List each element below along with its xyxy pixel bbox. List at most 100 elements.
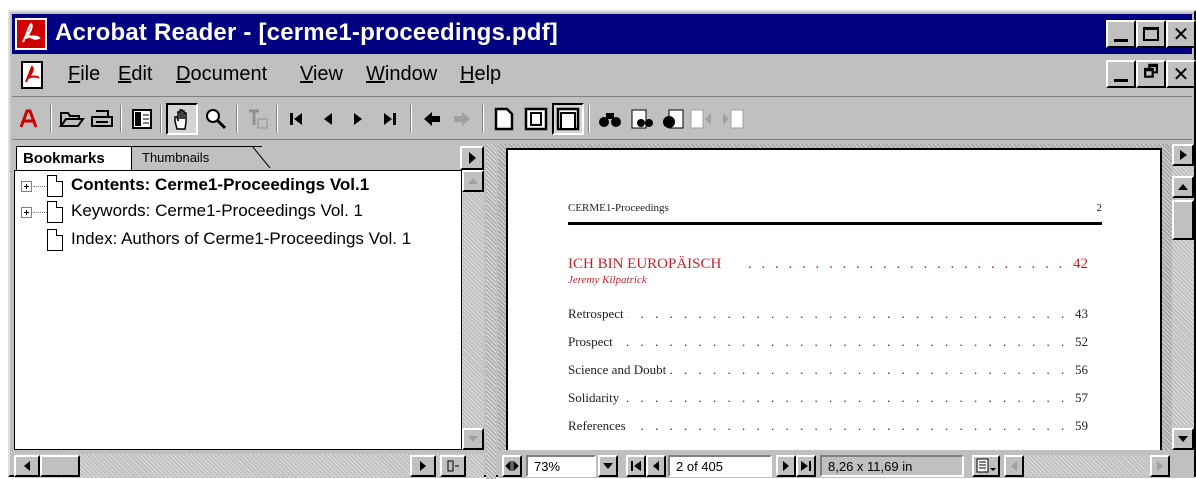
hscroll-right-button[interactable] <box>1150 455 1170 477</box>
status-bar: 73% 2 of 405 8,26 x 11,69 in <box>498 454 1194 478</box>
restore-icon: 🗗 <box>1143 63 1159 81</box>
go-back-icon[interactable] <box>416 103 448 135</box>
maximize-icon <box>1143 27 1159 41</box>
triangle-up-icon <box>1178 184 1188 190</box>
scroll-left-button[interactable] <box>14 455 40 477</box>
menu-view[interactable]: View <box>300 63 343 86</box>
toc-leader-dots: . . . . . . . . . . . . . . . . . . . . … <box>568 418 1068 433</box>
toolbar-separator <box>588 105 590 133</box>
menu-help[interactable]: Help <box>460 63 501 86</box>
toc-entry-title: Prospect <box>568 334 617 350</box>
document-vertical-scrollbar[interactable] <box>1172 144 1194 450</box>
document-icon[interactable] <box>20 60 46 90</box>
pane-splitter[interactable] <box>486 144 496 479</box>
last-page-icon[interactable] <box>374 103 406 135</box>
page-indicator[interactable]: 2 of 405 <box>668 455 772 477</box>
status-next-page-button[interactable] <box>776 455 796 477</box>
status-previous-page-button[interactable] <box>646 455 666 477</box>
fit-page-icon[interactable] <box>520 103 552 135</box>
doc-close-button[interactable]: ✕ <box>1166 60 1196 88</box>
minimize-icon <box>1114 38 1128 42</box>
menu-bar: File Edit Document View Window Help 🗗 ✕ <box>12 56 1196 94</box>
doc-restore-button[interactable]: 🗗 <box>1136 60 1166 88</box>
first-page-icon[interactable] <box>280 103 312 135</box>
scroll-up-button[interactable] <box>1172 176 1194 198</box>
scroll-thumb[interactable] <box>1172 200 1194 240</box>
scroll-right-button[interactable] <box>410 455 436 477</box>
page-size-display: 8,26 x 11,69 in <box>820 455 964 477</box>
document-view[interactable]: CERME1-Proceedings 2 ICH BIN EUROPÄISCH … <box>498 144 1172 450</box>
previous-page-icon[interactable] <box>312 103 344 135</box>
horizontal-scroll-track[interactable] <box>1024 455 1150 477</box>
previous-highlight-icon[interactable] <box>686 103 718 135</box>
triangle-right-icon <box>1157 461 1163 471</box>
minimize-button[interactable] <box>1106 20 1136 48</box>
toc-entry[interactable]: . . . . . . . . . . . . . . . . . . . . … <box>568 334 1088 352</box>
menu-window[interactable]: Window <box>366 63 437 86</box>
zoom-tool-icon[interactable] <box>200 103 232 135</box>
scroll-thumb[interactable] <box>40 455 80 477</box>
next-page-icon[interactable] <box>342 103 374 135</box>
chevron-down-icon <box>603 463 613 469</box>
print-icon[interactable] <box>86 103 118 135</box>
hand-tool-icon[interactable] <box>166 103 198 135</box>
maximize-button[interactable] <box>1136 20 1166 48</box>
find-icon[interactable] <box>594 103 626 135</box>
status-first-page-button[interactable] <box>626 455 646 477</box>
close-button[interactable]: ✕ <box>1166 20 1196 48</box>
toc-leader-dots: . . . . . . . . . . . . . . . . . . . . … <box>568 306 1068 321</box>
split-window-button[interactable] <box>440 455 466 477</box>
bookmark-index[interactable]: Index: Authors of Cerme1-Proceedings Vol… <box>71 229 411 249</box>
toolbar <box>12 96 1192 140</box>
text-select-tool-icon[interactable] <box>242 103 274 135</box>
toc-leader-dots: . . . . . . . . . . . . . . . . . . . . … <box>748 256 1064 272</box>
split-handle-button[interactable] <box>502 455 522 477</box>
open-icon[interactable] <box>56 103 88 135</box>
fit-width-icon[interactable] <box>552 103 584 135</box>
acrobat-logo-icon[interactable] <box>14 103 46 135</box>
nav-pane-menu-button[interactable] <box>460 146 484 170</box>
menu-file[interactable]: File <box>68 63 100 86</box>
bookmark-contents[interactable]: Contents: Cerme1-Proceedings Vol.1 <box>71 175 369 195</box>
menu-document[interactable]: Document <box>176 63 267 86</box>
toc-entry[interactable]: . . . . . . . . . . . . . . . . . . . . … <box>568 362 1088 380</box>
actual-size-icon[interactable] <box>488 103 520 135</box>
expand-icon[interactable] <box>21 181 32 192</box>
triangle-down-icon <box>1178 436 1188 442</box>
scroll-down-button[interactable] <box>1172 428 1194 450</box>
bookmarks-vertical-scrollbar[interactable] <box>462 170 484 450</box>
zoom-dropdown-button[interactable] <box>598 455 618 477</box>
toc-entry[interactable]: . . . . . . . . . . . . . . . . . . . . … <box>568 418 1088 436</box>
next-page-icon <box>783 461 789 471</box>
document-pane: CERME1-Proceedings 2 ICH BIN EUROPÄISCH … <box>498 144 1194 479</box>
toc-entry[interactable]: . . . . . . . . . . . . . . . . . . . . … <box>568 390 1088 408</box>
bookmarks-horizontal-scrollbar[interactable] <box>14 454 484 478</box>
go-forward-icon[interactable] <box>446 103 478 135</box>
page-menu-button[interactable] <box>1172 144 1194 166</box>
scroll-up-button[interactable] <box>462 170 484 192</box>
status-last-page-button[interactable] <box>796 455 816 477</box>
zoom-field[interactable]: 73% <box>526 455 596 477</box>
toc-entry-page: 57 <box>1075 390 1088 405</box>
doc-minimize-button[interactable] <box>1106 60 1136 88</box>
toc-entry[interactable]: . . . . . . . . . . . . . . . . . . . . … <box>568 306 1088 324</box>
menu-edit[interactable]: Edit <box>118 63 152 86</box>
tab-bookmarks[interactable]: Bookmarks <box>16 146 132 170</box>
bookmark-keywords[interactable]: Keywords: Cerme1-Proceedings Vol. 1 <box>71 201 363 221</box>
bookmark-list: Contents: Cerme1-Proceedings Vol.1 Keywo… <box>14 170 462 450</box>
close-icon: ✕ <box>1172 23 1190 46</box>
acrobat-app-icon[interactable] <box>15 18 47 50</box>
hscroll-left-button[interactable] <box>1004 455 1024 477</box>
scroll-down-button[interactable] <box>462 428 484 450</box>
page-layout-button[interactable] <box>972 455 1000 477</box>
triangle-right-icon <box>469 152 476 164</box>
expand-icon[interactable] <box>21 207 32 218</box>
toc-entry-page: 43 <box>1075 306 1088 321</box>
first-page-icon <box>631 461 641 471</box>
toc-leader-dots: . . . . . . . . . . . . . . . . . . . . … <box>568 334 1068 349</box>
show-navigation-pane-icon[interactable] <box>126 103 158 135</box>
next-highlight-icon[interactable] <box>716 103 748 135</box>
title-bar[interactable]: Acrobat Reader - [cerme1-proceedings.pdf… <box>12 14 1196 54</box>
page-icon <box>47 175 63 197</box>
search-icon[interactable] <box>626 103 658 135</box>
